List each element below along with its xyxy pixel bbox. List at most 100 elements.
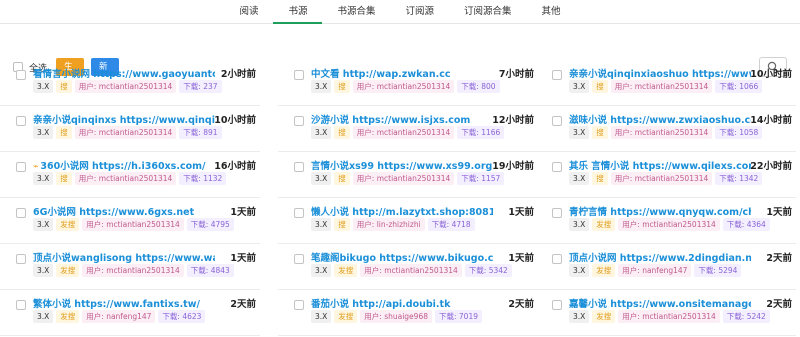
source-title[interactable]: 懒人小说 http://m.lazytxt.shop:8081 [311,204,493,218]
source-checkbox[interactable] [552,70,562,80]
source-card[interactable]: 嘉馨小说 https://www.onsitemanagementllc.com… [536,290,796,336]
source-checkbox[interactable] [294,70,304,80]
downloads-tag: 下载: 4795 [186,218,234,231]
source-time: 2天前 [766,299,792,310]
source-title-text: 顶点小说网 https://www.2dingdian.net/ [569,253,751,264]
downloads-tag: 下载: 1132 [179,172,227,185]
tab-5[interactable]: 其他 [527,0,576,24]
downloads-tag: 下载: 1166 [457,126,505,139]
kind-tag: 搜 [592,172,608,185]
source-title[interactable]: 看情言小说网 https://www.gaoyuantong.com [33,66,215,80]
source-title[interactable]: 亲亲小说qinqinxiaoshuo https://www.qinqinxia… [569,66,751,80]
source-card[interactable]: 亲亲小说qinqinxs https://www.qinqinxs.com10小… [0,106,260,152]
source-checkbox[interactable] [552,162,562,172]
source-checkbox[interactable] [16,162,26,172]
source-checkbox[interactable] [16,254,26,264]
source-title-text: 滋味小说 https://www.zwxiaoshuo.com [569,115,751,126]
source-card[interactable]: 中文看 http://wap.zwkan.cc 7小时前 3.X 搜用户: mctia… [278,60,538,106]
version-tag: 3.X [311,310,332,323]
source-title[interactable]: 番茄小说 http://api.doubi.tk [311,296,493,310]
source-checkbox[interactable] [16,70,26,80]
user-tag: 用户: mctiantian2501314 [74,126,177,139]
tab-4[interactable]: 订阅源合集 [449,0,527,24]
source-checkbox[interactable] [294,300,304,310]
source-title[interactable]: 亲亲小说qinqinxs https://www.qinqinxs.com [33,112,215,126]
kind-tag: 搜 [592,80,608,93]
user-tag: 用户: shuaige968 [360,310,432,323]
source-time: 10小时前 [214,115,256,126]
source-checkbox[interactable] [16,208,26,218]
source-checkbox[interactable] [16,300,26,310]
source-title-text: 6G小说网 https://www.6gxs.net [33,207,195,218]
source-title-text: 青柠言情 https://www.qnyqw.com/chs/ [569,207,751,218]
source-title[interactable]: 其乐 言情小说 https://www.qilexs.com [569,158,751,172]
source-checkbox[interactable] [294,254,304,264]
source-tags: 3.X 搜用户: mctiantian2501314 下载: 1058 [569,126,763,139]
user-tag: 用户: mctiantian2501314 [82,264,184,277]
source-time: 1天前 [508,253,534,264]
source-card[interactable]: 看情言小说网 https://www.gaoyuantong.com2小时前3.… [0,60,260,106]
kind-tag: 搜 [56,126,72,139]
source-card[interactable]: 懒人小说 http://m.lazytxt.shop:8081 1天前 3.X 搜用户… [278,198,538,244]
source-title[interactable]: 顶点小说wanglisong https://www.wanglisong.co… [33,250,215,264]
version-tag: 3.X [33,218,54,231]
source-card[interactable]: 亲亲小说qinqinxiaoshuo https://www.qinqinxia… [536,60,796,106]
source-title[interactable]: 顶点小说网 https://www.2dingdian.net/ [569,250,751,264]
source-time: 7小时前 [498,69,534,80]
version-tag: 3.X [569,172,590,185]
source-card[interactable]: 番茄小说 http://api.doubi.tk 2天前 3.X 发搜 用户: shua… [278,290,538,336]
source-card[interactable]: 顶点小说wanglisong https://www.wanglisong.co… [0,244,260,290]
source-title[interactable]: 6G小说网 https://www.6gxs.net [33,204,215,218]
source-checkbox[interactable] [552,254,562,264]
source-title[interactable]: 滋味小说 https://www.zwxiaoshuo.com [569,112,751,126]
source-card[interactable]: 繁体小说 https://www.fantixs.tw/2天前 3.X 发搜 用户: … [0,290,260,336]
source-card[interactable]: ⌁ 360小说网 https://h.i360xs.com/16小时前 3.X 搜用户… [0,152,260,198]
kind-tag: 搜 [592,126,608,139]
source-card[interactable]: 顶点小说网 https://www.2dingdian.net/2天前 3.X 发搜… [536,244,796,290]
nav-tabs: 阅读 书源 书源合集 订阅源 订阅源合集 其他 [224,0,575,24]
source-grid: 看情言小说网 https://www.gaoyuantong.com 2小时前 3.… [0,60,800,337]
downloads-tag: 下载: 1157 [457,172,505,185]
source-checkbox[interactable] [552,116,562,126]
source-card[interactable]: 6G小说网 https://www.6gxs.net 1天前 3.X 发搜 用户: mc… [0,198,260,244]
version-tag: 3.X [33,172,54,185]
source-card[interactable]: 青柠言情 https://www.qnyqw.com/chs/1天前 3.X 发搜用… [536,198,796,244]
source-checkbox[interactable] [294,116,304,126]
source-tags: 3.X 发搜 用户: nanfeng147 下载: 4623 [33,310,206,323]
version-tag: 3.X [569,264,590,277]
downloads-tag: 下载: 237 [179,80,222,93]
source-checkbox[interactable] [294,208,304,218]
downloads-tag: 下载: 4364 [722,218,770,231]
source-title-text: 嘉馨小说 https://www.onsitemanagementllc.com [569,299,751,310]
tab-3[interactable]: 订阅源 [391,0,450,24]
source-title[interactable]: 嘉馨小说 https://www.onsitemanagementllc.com [569,296,751,310]
source-title[interactable]: 笔趣阁bikugo https://www.bikugo.com [311,250,493,264]
source-card[interactable]: 言情小说xs99 https://www.xs99.org 19小时前 3.X 搜用户… [278,152,538,198]
tab-1[interactable]: 书源 [273,0,323,24]
tab-2[interactable]: 书源合集 [322,0,390,24]
source-checkbox[interactable] [294,162,304,172]
source-title[interactable]: 沙游小说 https://www.isjxs.com [311,112,493,126]
kind-tag: 发搜 [334,310,358,323]
source-title[interactable]: ⌁ 360小说网 https://h.i360xs.com/ [33,158,215,172]
source-tags: 3.X 搜用户: mctiantian2501314 下载: 1066 [569,80,763,93]
source-time: 2小时前 [220,69,256,80]
source-tags: 3.X 搜用户: mctiantian2501314 下载: 1166 [311,126,505,139]
source-checkbox[interactable] [552,300,562,310]
kind-tag: 发搜 [56,264,80,277]
user-tag: 用户: mctiantian2501314 [352,80,455,93]
source-title[interactable]: 言情小说xs99 https://www.xs99.org [311,158,493,172]
source-card[interactable]: 沙游小说 https://www.isjxs.com 12小时前 3.X 搜用户: m… [278,106,538,152]
source-card[interactable]: 其乐 言情小说 https://www.qilexs.com 22小时前 3.X 搜用… [536,152,796,198]
source-title[interactable]: 繁体小说 https://www.fantixs.tw/ [33,296,215,310]
source-title[interactable]: 中文看 http://wap.zwkan.cc [311,66,493,80]
version-tag: 3.X [33,310,54,323]
source-title[interactable]: 青柠言情 https://www.qnyqw.com/chs/ [569,204,751,218]
user-tag: 用户: nanfeng147 [618,264,692,277]
source-tags: 3.X 搜用户: mctiantian2501314 下载: 891 [33,126,222,139]
source-checkbox[interactable] [552,208,562,218]
source-checkbox[interactable] [16,116,26,126]
tab-0[interactable]: 阅读 [224,0,273,24]
source-card[interactable]: 笔趣阁bikugo https://www.bikugo.com 1天前 3.X 发搜… [278,244,538,290]
source-card[interactable]: 滋味小说 https://www.zwxiaoshuo.com 14小时前 3.X 搜… [536,106,796,152]
